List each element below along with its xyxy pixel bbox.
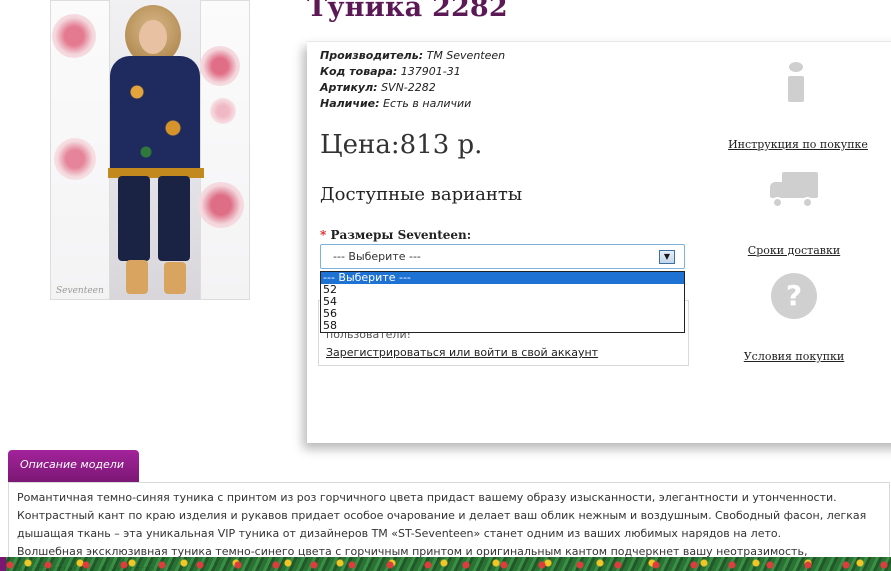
size-select[interactable]: --- Выберите --- ▼ xyxy=(320,244,685,269)
truck-wheel xyxy=(772,197,783,208)
conditions-link[interactable]: Условия покупки xyxy=(744,350,845,363)
truck-body xyxy=(782,172,818,198)
size-option[interactable]: --- Выберите --- xyxy=(321,272,684,284)
rose-decoration xyxy=(198,182,244,228)
info-icon-bar xyxy=(788,76,804,102)
required-marker: * xyxy=(320,228,327,242)
garland-decoration xyxy=(0,557,891,571)
garland-edge xyxy=(0,557,6,571)
rose-decoration xyxy=(210,98,236,124)
product-code-value: 137901-31 xyxy=(400,65,461,78)
model-figure xyxy=(110,56,200,176)
login-link[interactable]: Зарегистрироваться или войти в свой акка… xyxy=(326,346,598,359)
manufacturer-value: TM Seventeen xyxy=(426,49,506,62)
stock-row: Наличие: Есть в наличии xyxy=(320,96,505,112)
size-label-text: Размеры Seventeen: xyxy=(330,228,472,242)
manufacturer-row: Производитель: TM Seventeen xyxy=(320,48,505,64)
delivery-link[interactable]: Сроки доставки xyxy=(748,244,840,257)
truck-cab xyxy=(770,182,784,198)
size-option[interactable]: 58 xyxy=(321,320,684,332)
photo-signature: Seventeen xyxy=(56,286,104,296)
delivery-block: Сроки доставки xyxy=(725,239,863,258)
question-icon[interactable]: ? xyxy=(771,273,817,319)
size-label: * Размеры Seventeen: xyxy=(320,228,471,242)
model-figure xyxy=(118,176,150,261)
size-option[interactable]: 52 xyxy=(321,284,684,296)
stock-value: Есть в наличии xyxy=(383,97,472,110)
rose-decoration xyxy=(200,46,240,86)
tab-description[interactable]: Описание модели xyxy=(8,450,139,483)
article-label: Артикул: xyxy=(320,81,378,94)
model-figure xyxy=(164,262,186,294)
product-info-panel: Производитель: TM Seventeen Код товара: … xyxy=(307,41,891,443)
rose-decoration xyxy=(52,14,96,58)
instruction-link[interactable]: Инструкция по покупке xyxy=(728,138,868,151)
stock-label: Наличие: xyxy=(320,97,380,110)
model-figure xyxy=(139,20,167,54)
model-figure xyxy=(158,176,190,261)
info-icon-dot xyxy=(789,62,803,72)
size-option[interactable]: 54 xyxy=(321,296,684,308)
info-icon[interactable] xyxy=(784,62,808,104)
truck-wheel xyxy=(802,197,813,208)
instruction-block: Инструкция по покупке xyxy=(725,133,871,152)
model-figure xyxy=(126,260,148,294)
article-value: SVN-2282 xyxy=(381,81,436,94)
rose-decoration xyxy=(54,138,96,180)
product-photo[interactable]: Seventeen xyxy=(50,0,250,300)
conditions-block: Условия покупки xyxy=(725,345,863,364)
price: Цена:813 р. xyxy=(320,130,483,160)
chevron-down-icon[interactable]: ▼ xyxy=(659,250,675,264)
size-dropdown-list[interactable]: --- Выберите --- 52 54 56 58 xyxy=(320,271,685,333)
manufacturer-label: Производитель: xyxy=(320,49,424,62)
product-details: Производитель: TM Seventeen Код товара: … xyxy=(320,48,505,112)
article-row: Артикул: SVN-2282 xyxy=(320,80,505,96)
page-title: Туника 2282 xyxy=(307,0,508,23)
description-paragraph: Романтичная темно-синяя туника с принтом… xyxy=(17,491,867,540)
size-select-value: --- Выберите --- xyxy=(333,250,421,263)
truck-icon[interactable] xyxy=(770,170,818,210)
photo-background-panel xyxy=(200,0,250,300)
variants-title: Доступные варианты xyxy=(320,184,523,205)
product-code-label: Код товара: xyxy=(320,65,398,78)
product-code-row: Код товара: 137901-31 xyxy=(320,64,505,80)
size-option[interactable]: 56 xyxy=(321,308,684,320)
